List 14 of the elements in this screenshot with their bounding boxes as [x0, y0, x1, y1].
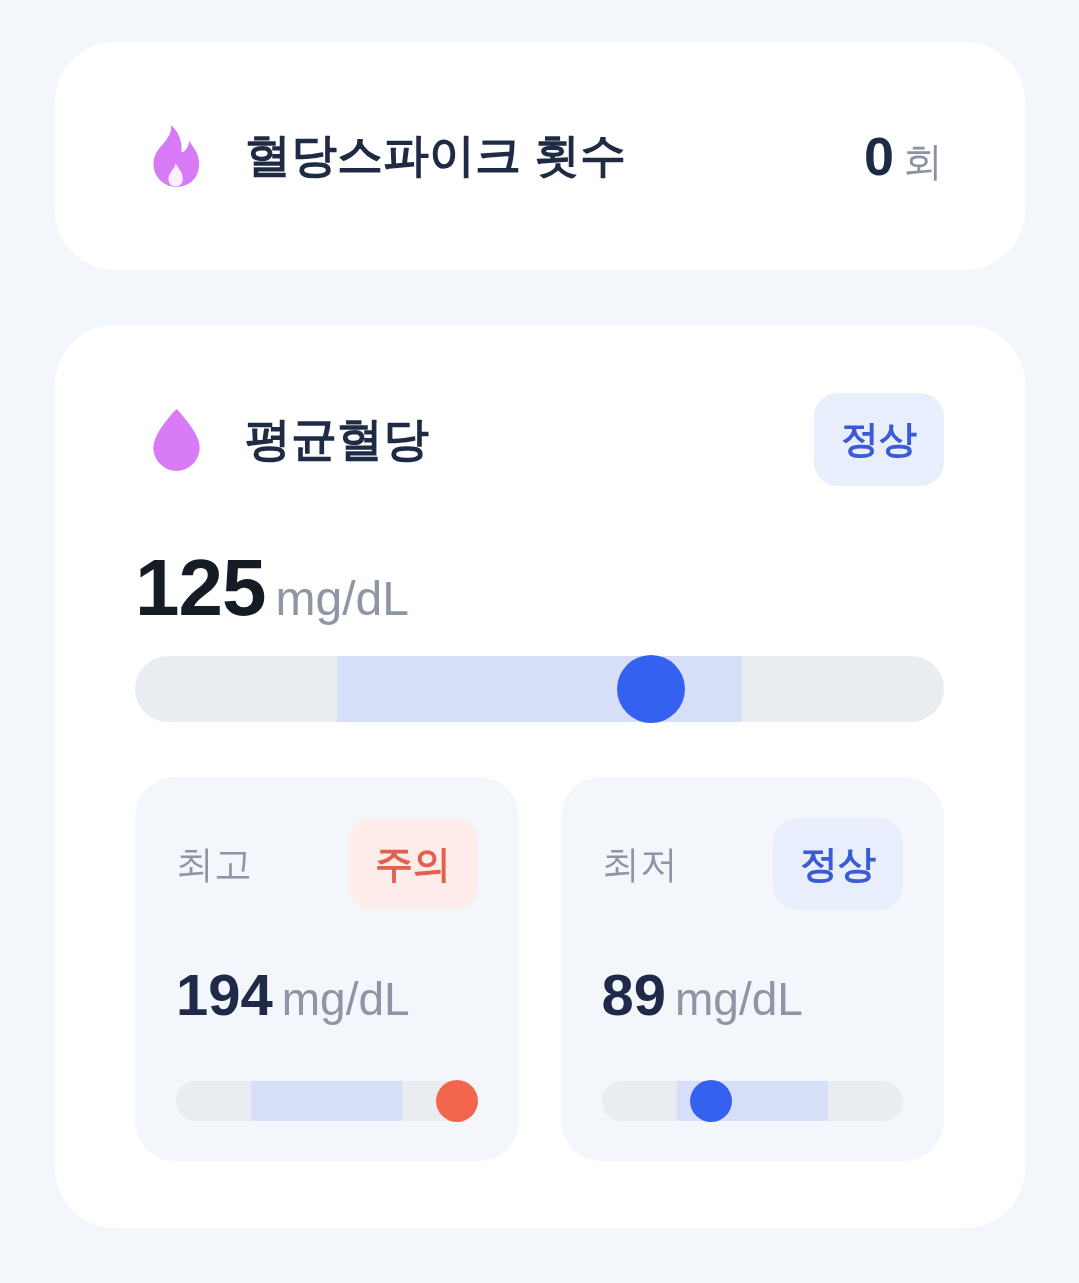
stat-label: 최고 — [176, 841, 252, 887]
status-badge: 주의 — [347, 818, 478, 910]
spike-count: 0 — [863, 129, 894, 183]
drop-icon — [150, 408, 203, 471]
stat-value: 89 — [601, 966, 666, 1024]
card-title: 혈당스파이크 횟수 — [245, 128, 626, 184]
card-title: 평균혈당 — [245, 411, 429, 467]
unit-label: mg/dL — [275, 575, 409, 623]
stat-label: 최저 — [601, 841, 678, 887]
average-value: 125 — [135, 548, 266, 628]
stat-value: 194 — [176, 966, 273, 1024]
unit-label: 회 — [903, 141, 943, 181]
status-badge: 정상 — [773, 818, 903, 910]
status-badge: 정상 — [814, 393, 944, 486]
